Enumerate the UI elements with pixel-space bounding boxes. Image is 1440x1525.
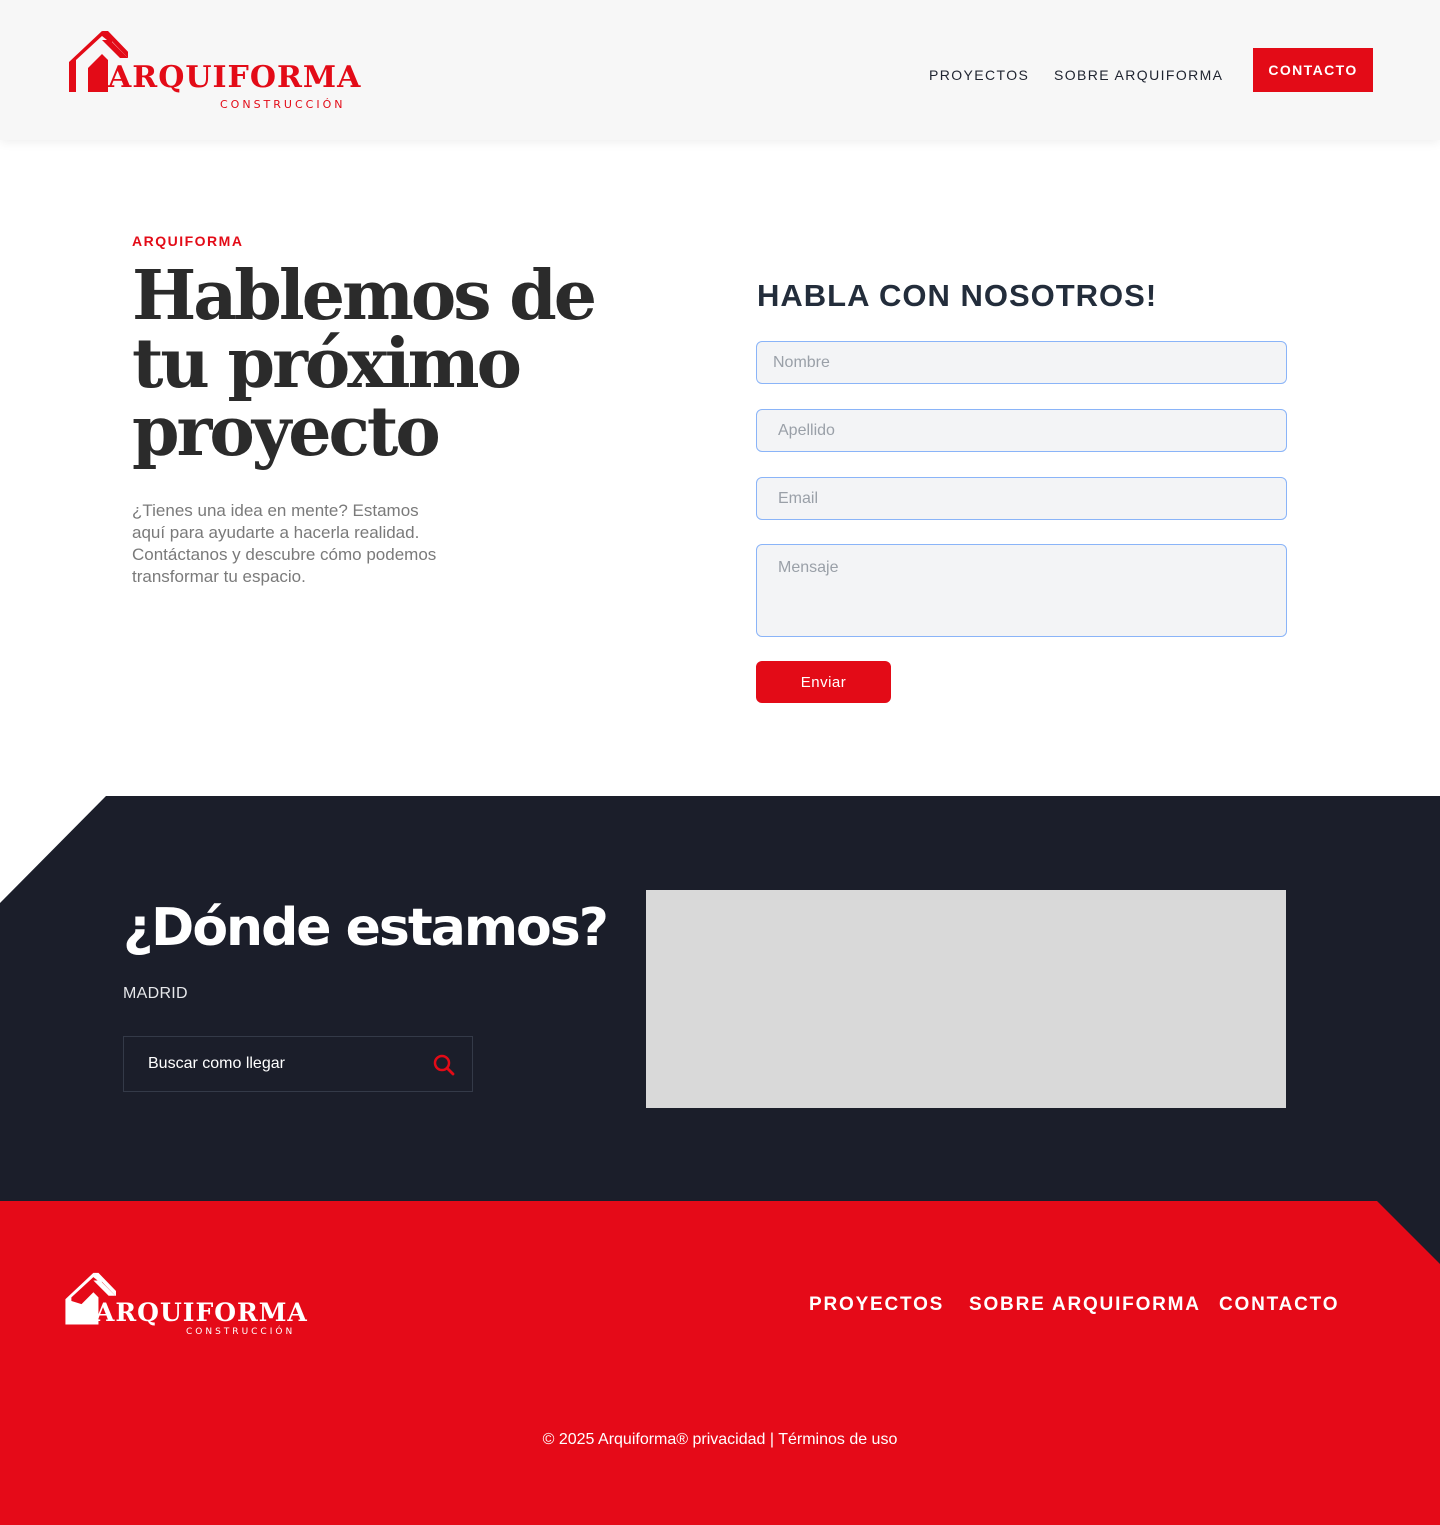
nombre-field[interactable] [756,341,1287,384]
footer-background [0,1201,1440,1525]
enviar-button[interactable]: Enviar [756,661,891,703]
footer-contacto-link[interactable]: CONTACTO [1219,1294,1339,1316]
directions-search-label: Buscar como llegar [148,1055,285,1072]
mensaje-field[interactable] [756,544,1287,637]
footer-proyectos-link[interactable]: PROYECTOS [809,1294,944,1316]
map-placeholder[interactable] [646,890,1286,1108]
hero-description: ¿Tienes una idea en mente? Estamos aquí … [132,501,437,586]
footer-sobre-link[interactable]: SOBRE ARQUIFORMA [969,1294,1201,1316]
site-header: ARQUIFORMA CONSTRUCCIÓN PROYECTOS SOBRE … [0,0,1440,140]
apellido-field[interactable] [756,409,1287,452]
hero-title: Hablemos de tu próximo proyecto [132,256,597,472]
footer-logo-wordmark: ARQUIFORMA [95,1298,308,1327]
hero-eyebrow: ARQUIFORMA [132,233,244,249]
location-city: MADRID [123,985,188,1002]
email-field[interactable] [756,477,1287,520]
nav-sobre-link[interactable]: SOBRE ARQUIFORMA [1054,67,1223,83]
directions-search-box[interactable]: Buscar como llegar [123,1036,473,1092]
location-title: ¿Dónde estamos? [123,898,609,958]
footer-logo-tagline: CONSTRUCCIÓN [186,1327,296,1337]
nav-proyectos-link[interactable]: PROYECTOS [929,67,1029,83]
search-icon[interactable] [432,1053,456,1077]
logo-tagline: CONSTRUCCIÓN [220,98,346,111]
footer-copyright: © 2025 Arquiforma® privacidad | Términos… [542,1431,898,1448]
logo-wordmark: ARQUIFORMA [108,60,362,95]
form-title: HABLA CON NOSOTROS! [757,278,1158,313]
footer-logo[interactable]: ARQUIFORMA CONSTRUCCIÓN [64,1272,309,1344]
header-logo[interactable]: ARQUIFORMA CONSTRUCCIÓN [68,30,368,115]
nav-contacto-button[interactable]: CONTACTO [1253,48,1373,92]
